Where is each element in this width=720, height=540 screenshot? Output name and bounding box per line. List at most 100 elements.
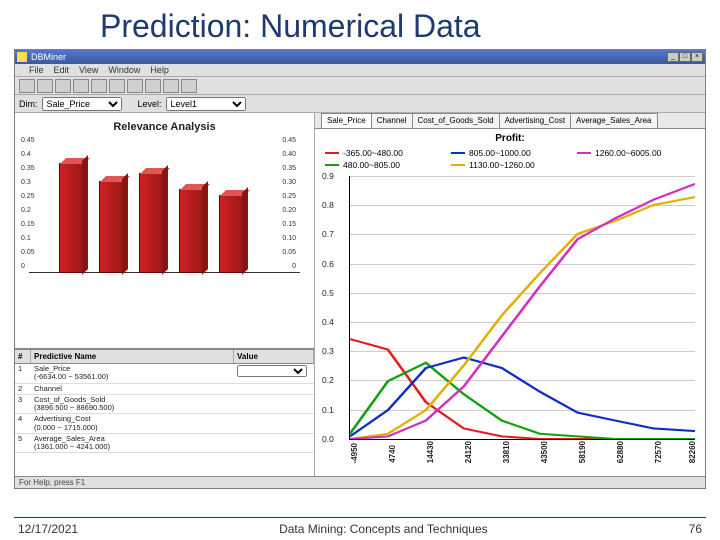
dim-select[interactable]: Sale_Price <box>42 97 122 111</box>
menubar: File Edit View Window Help <box>15 64 705 77</box>
legend-label: -365.00~480.00 <box>343 148 403 158</box>
maximize-button[interactable]: □ <box>679 52 691 62</box>
toolbar-button[interactable] <box>163 79 179 93</box>
table-row: 2 Channel <box>15 384 314 395</box>
dim-label: Dim: <box>19 99 38 109</box>
curve-yellow <box>350 197 695 439</box>
relevance-title: Relevance Analysis <box>19 117 310 137</box>
legend-item: 1260.00~6005.00 <box>577 148 695 158</box>
relevance-panel: Relevance Analysis 0.45 0.4 0.35 0.3 0.2… <box>15 113 314 348</box>
close-button[interactable]: × <box>691 52 703 62</box>
tab-channel[interactable]: Channel <box>371 113 413 128</box>
tab-sale-price[interactable]: Sale_Price <box>321 113 372 128</box>
content-area: Relevance Analysis 0.45 0.4 0.35 0.3 0.2… <box>15 113 705 488</box>
footer-line <box>14 517 706 518</box>
menu-view[interactable]: View <box>79 65 98 75</box>
y-tick-right: 0.45 <box>282 137 296 144</box>
y-tick-right: 0.25 <box>282 193 296 200</box>
toolbar-button[interactable] <box>145 79 161 93</box>
y-tick: 0.25 <box>21 193 35 200</box>
legend-swatch <box>577 152 591 154</box>
app-icon <box>17 52 27 62</box>
bar-3 <box>139 173 163 273</box>
tab-sales-area[interactable]: Average_Sales_Area <box>570 113 657 128</box>
y-tick: 0.05 <box>21 249 35 256</box>
x-label: 58190 <box>578 441 587 463</box>
y-tick-right: 0.20 <box>282 207 296 214</box>
dimension-row: Dim: Sale_Price Level: Level1 <box>15 95 705 113</box>
predictive-table: # Predictive Name Value 1 Sale_Price (-6… <box>15 348 314 488</box>
x-label: -4950 <box>350 443 359 463</box>
tab-cost[interactable]: Cost_of_Goods_Sold <box>412 113 500 128</box>
y-label: 0.0 <box>322 434 334 444</box>
footer-page: 76 <box>689 522 702 536</box>
y-tick-right: 0 <box>292 263 296 270</box>
menu-edit[interactable]: Edit <box>54 65 70 75</box>
x-label: 33810 <box>502 441 511 463</box>
x-label: 82260 <box>688 441 697 463</box>
window-controls: _ □ × <box>667 52 703 62</box>
table-row: 5 Average_Sales_Area (1361.000 ~ 4241.00… <box>15 434 314 454</box>
menu-help[interactable]: Help <box>150 65 169 75</box>
toolbar-button[interactable] <box>37 79 53 93</box>
minimize-button[interactable]: _ <box>667 52 679 62</box>
curve-magenta <box>350 184 695 439</box>
row-idx: 2 <box>15 384 31 394</box>
y-label: 0.6 <box>322 259 334 269</box>
row-value[interactable] <box>234 364 314 383</box>
menu-file[interactable]: File <box>29 65 44 75</box>
y-label: 0.3 <box>322 346 334 356</box>
tab-advertising[interactable]: Advertising_Cost <box>499 113 571 128</box>
bar-4 <box>179 189 203 273</box>
left-column: Relevance Analysis 0.45 0.4 0.35 0.3 0.2… <box>15 113 315 488</box>
toolbar-button[interactable] <box>91 79 107 93</box>
y-tick-right: 0.10 <box>282 235 296 242</box>
toolbar-button[interactable] <box>19 79 35 93</box>
toolbar-button[interactable] <box>127 79 143 93</box>
table-row: 4 Advertising_Cost (0.000 ~ 1715.000) <box>15 414 314 434</box>
toolbar-button[interactable] <box>109 79 125 93</box>
status-bar: For Help, press F1 <box>15 476 705 488</box>
slide-footer: 12/17/2021 Data Mining: Concepts and Tec… <box>0 522 720 536</box>
bar-1 <box>59 163 83 273</box>
table-row: 1 Sale_Price (-6634.00 ~ 53561.00) <box>15 364 314 384</box>
y-label: 0.7 <box>322 229 334 239</box>
titlebar-text: DBMiner <box>29 52 667 62</box>
y-tick: 0.45 <box>21 137 35 144</box>
curve-green <box>350 363 695 439</box>
y-label: 0.4 <box>322 317 334 327</box>
level-label: Level: <box>138 99 162 109</box>
toolbar-button[interactable] <box>181 79 197 93</box>
value-select[interactable] <box>237 365 307 377</box>
x-label: 4740 <box>388 445 397 463</box>
toolbar-button[interactable] <box>73 79 89 93</box>
legend-label: 1260.00~6005.00 <box>595 148 661 158</box>
x-label: 24120 <box>464 441 473 463</box>
col-idx: # <box>15 350 31 363</box>
x-label: 43500 <box>540 441 549 463</box>
row-value <box>234 434 314 453</box>
row-name: Cost_of_Goods_Sold (3896.500 ~ 88690.500… <box>31 395 234 414</box>
row-name: Sale_Price (-6634.00 ~ 53561.00) <box>31 364 234 383</box>
slide-title: Prediction: Numerical Data <box>0 0 720 49</box>
bar-2 <box>99 181 123 273</box>
y-tick-right: 0.05 <box>282 249 296 256</box>
col-value: Value <box>234 350 314 363</box>
row-idx: 1 <box>15 364 31 383</box>
y-tick: 0.15 <box>21 221 35 228</box>
row-value <box>234 384 314 394</box>
menu-window[interactable]: Window <box>108 65 140 75</box>
legend-item: 480.00~805.00 <box>325 160 443 170</box>
x-label: 72570 <box>654 441 663 463</box>
row-idx: 5 <box>15 434 31 453</box>
y-label: 0.9 <box>322 171 334 181</box>
y-label: 0.1 <box>322 405 334 415</box>
toolbar <box>15 77 705 95</box>
legend-label: 480.00~805.00 <box>343 160 400 170</box>
curve-svg <box>350 176 695 439</box>
y-tick: 0.2 <box>21 207 31 214</box>
y-tick: 0.35 <box>21 165 35 172</box>
toolbar-button[interactable] <box>55 79 71 93</box>
level-select[interactable]: Level1 <box>166 97 246 111</box>
y-tick-right: 0.35 <box>282 165 296 172</box>
